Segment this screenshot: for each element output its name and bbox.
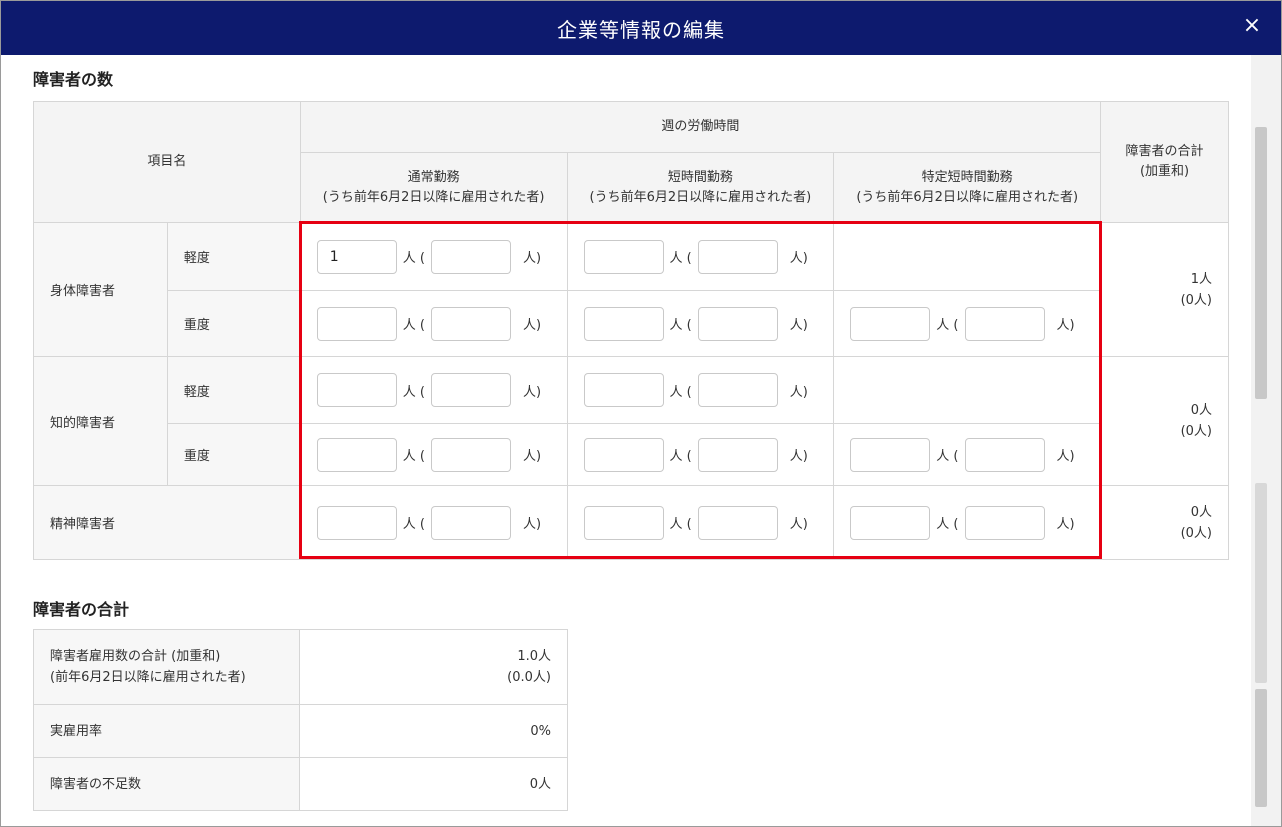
scrollbar-thumb-lower[interactable] (1255, 689, 1267, 807)
level-mild: 軽度 (166, 356, 301, 424)
intellectual-mild-normal-input[interactable] (316, 373, 397, 407)
table-row: 重度 人 (人) 人 (人) 人 (人) (34, 423, 1229, 486)
actual-rate-label: 実雇用率 (32, 704, 301, 758)
physical-severe-short-new-input[interactable] (697, 306, 778, 341)
shortage-label: 障害者の不足数 (32, 757, 301, 811)
mental-short: 人 (人) (566, 485, 835, 560)
intellectual-severe-short: 人 (人) (566, 423, 835, 486)
intellectual-severe-special-new-input[interactable] (964, 437, 1045, 472)
header-special-short-work: 特定短時間勤務 (うち前年6月2日以降に雇用された者) (833, 152, 1102, 223)
physical-mild-normal: 1人 (人) (299, 222, 568, 291)
scrollbar-thumb[interactable] (1255, 127, 1267, 399)
total-intellectual: 0人 (0人) (1100, 356, 1229, 486)
physical-mild-normal-input[interactable]: 1 (316, 239, 397, 274)
header-total: 障害者の合計 (加重和) (1100, 101, 1229, 223)
physical-severe-normal: 人 (人) (299, 290, 568, 357)
mental-special: 人 (人) (833, 485, 1102, 560)
physical-mild-short-input[interactable] (583, 239, 664, 274)
table-row: 精神障害者 人 (人) 人 (人) 人 (人) 0人 (0人) (33, 485, 1229, 560)
physical-severe-special-new-input[interactable] (964, 306, 1045, 341)
header-item-name: 項目名 (33, 101, 301, 223)
table-row: 知的障害者 軽度 人 (人) 人 (人) 0人 (0人) (33, 356, 1229, 486)
level-severe: 重度 (166, 423, 301, 486)
total-physical: 1人 (0人) (1100, 222, 1229, 357)
section-title-disabled-total: 障害者の合計 (33, 600, 130, 619)
intellectual-mild-normal: 人 (人) (299, 356, 568, 424)
physical-mild-short-new-input[interactable] (697, 239, 778, 274)
mental-short-input[interactable] (583, 505, 664, 540)
total-employment-value: 1.0人 (0.0人) (299, 629, 568, 705)
intellectual-mild-short-new-input[interactable] (697, 373, 778, 407)
intellectual-severe-special: 人 (人) (833, 423, 1102, 486)
modal-header: 企業等情報の編集 × (1, 1, 1281, 55)
total-employment-label: 障害者雇用数の合計 (加重和) (前年6月2日以降に雇用された者) (32, 629, 301, 705)
level-severe: 重度 (166, 290, 301, 357)
mental-normal-input[interactable] (316, 505, 397, 540)
intellectual-mild-special-empty (833, 356, 1102, 424)
shortage-value: 0人 (299, 757, 568, 811)
table-row: 障害者の不足数 0人 (32, 757, 568, 811)
total-mental: 0人 (0人) (1100, 485, 1229, 560)
physical-mild-normal-new-input[interactable] (430, 239, 511, 274)
category-intellectual: 知的障害者 (33, 356, 168, 486)
scrollbar-thumb-secondary[interactable] (1255, 483, 1267, 683)
physical-severe-short: 人 (人) (566, 290, 835, 357)
intellectual-severe-short-input[interactable] (583, 437, 664, 472)
table-row: 実雇用率 0% (32, 704, 568, 758)
edit-company-modal: 企業等情報の編集 × 障害者の数 項目名 週の労働時間 障害者の合計 (加重和)… (0, 0, 1282, 827)
intellectual-severe-special-input[interactable] (850, 437, 931, 472)
intellectual-severe-normal-new-input[interactable] (430, 437, 511, 472)
header-weekly-hours: 週の労働時間 (299, 101, 1102, 153)
close-icon[interactable]: × (1239, 13, 1265, 39)
physical-mild-short: 人 (人) (566, 222, 835, 291)
intellectual-severe-normal: 人 (人) (299, 423, 568, 486)
header-short-work: 短時間勤務 (うち前年6月2日以降に雇用された者) (566, 152, 835, 223)
section-title-disabled-count: 障害者の数 (33, 70, 114, 89)
modal-title: 企業等情報の編集 (557, 18, 725, 42)
disabled-total-table: 障害者雇用数の合計 (加重和) (前年6月2日以降に雇用された者) 1.0人 (… (32, 629, 568, 811)
intellectual-severe-short-new-input[interactable] (697, 437, 778, 472)
mental-special-new-input[interactable] (964, 505, 1045, 540)
physical-severe-special: 人 (人) (833, 290, 1102, 357)
intellectual-severe-normal-input[interactable] (316, 437, 397, 472)
category-mental: 精神障害者 (33, 485, 301, 560)
mental-normal-new-input[interactable] (430, 505, 511, 540)
mental-normal: 人 (人) (299, 485, 568, 560)
physical-severe-normal-new-input[interactable] (430, 306, 511, 341)
intellectual-mild-normal-new-input[interactable] (430, 373, 511, 407)
level-mild: 軽度 (166, 222, 301, 291)
intellectual-mild-short-input[interactable] (583, 373, 664, 407)
table-row: 身体障害者 軽度 1人 (人) 人 (人) 1人 (0人) (33, 222, 1229, 357)
table-row: 障害者雇用数の合計 (加重和) (前年6月2日以降に雇用された者) 1.0人 (… (32, 629, 568, 705)
disabled-count-table: 項目名 週の労働時間 障害者の合計 (加重和) 通常勤務 (うち前年6月2日以降… (33, 101, 1229, 560)
intellectual-mild-short: 人 (人) (566, 356, 835, 424)
category-physical: 身体障害者 (33, 222, 168, 357)
physical-severe-normal-input[interactable] (316, 306, 397, 341)
mental-short-new-input[interactable] (697, 505, 778, 540)
mental-special-input[interactable] (850, 505, 931, 540)
physical-mild-special-empty (833, 222, 1102, 291)
header-normal-work: 通常勤務 (うち前年6月2日以降に雇用された者) (299, 152, 568, 223)
table-row: 重度 人 (人) 人 (人) 人 (人) (34, 290, 1229, 357)
physical-severe-short-input[interactable] (583, 306, 664, 341)
actual-rate-value: 0% (299, 704, 568, 758)
physical-severe-special-input[interactable] (850, 306, 931, 341)
